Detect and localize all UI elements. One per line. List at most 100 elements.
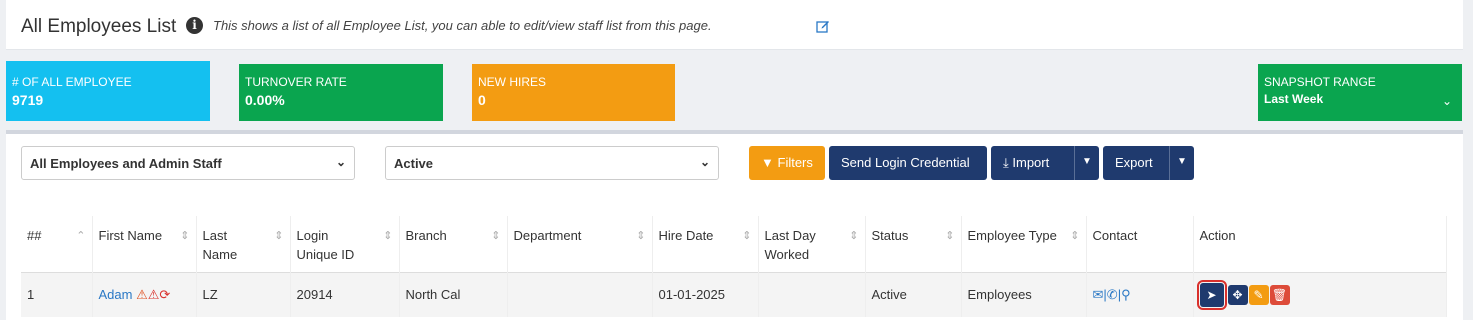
sort-icon: ⇕ (383, 230, 393, 242)
header-label: Action (1199, 228, 1236, 243)
column-header-action: Action (1193, 216, 1447, 273)
edit-icon[interactable] (816, 19, 830, 33)
phone-icon[interactable]: ✆ (1107, 287, 1118, 302)
sort-icon: ⌃ (76, 230, 86, 242)
cell-employee-type: Employees (961, 272, 1087, 317)
header-label: First Name (98, 228, 163, 243)
pencil-icon[interactable]: ✎ (1248, 284, 1269, 305)
divider (1074, 146, 1075, 180)
column-header-last-day[interactable]: Last Day Worked ⇕ (758, 216, 866, 273)
header-label: Last Day (764, 228, 816, 243)
stat-label: NEW HIRES (478, 75, 547, 89)
column-header-status[interactable]: Status ⇕ (865, 216, 962, 273)
import-button[interactable]: ⤓ Import ▼ (991, 146, 1099, 180)
stat-label: # OF ALL EMPLOYEE (12, 75, 132, 89)
filters-button[interactable]: ▼ Filters (749, 146, 825, 180)
move-icon[interactable]: ✥ (1227, 284, 1248, 305)
staff-type-select[interactable]: All Employees and Admin Staff ⌄ (21, 146, 355, 180)
column-header-login-id[interactable]: Login Unique ID ⇕ (290, 216, 400, 273)
employees-table: ## ⌃ First Name ⇕ Last Name ⇕ Login Unique ID… (21, 216, 1447, 317)
header-label: Name (202, 247, 238, 262)
stat-card-all-employee: # OF ALL EMPLOYEE 9719 (6, 61, 210, 121)
status-value: Active (394, 156, 434, 171)
column-header-contact: Contact (1086, 216, 1194, 273)
export-button[interactable]: Export ▼ (1103, 146, 1194, 180)
export-label: Export (1115, 155, 1153, 170)
page-header: All Employees List i This shows a list o… (6, 0, 1463, 50)
alert-icon: ⚠ (147, 286, 160, 302)
header-label: Hire Date (658, 228, 714, 243)
header-label: Login (296, 228, 329, 243)
sort-icon: ⇕ (180, 230, 190, 242)
cell-last-name: LZ (196, 272, 291, 317)
page-title: All Employees List (21, 16, 177, 37)
column-header-num[interactable]: ## ⌃ (21, 216, 93, 273)
trash-icon[interactable]: 🗑 (1269, 284, 1290, 305)
column-header-hire-date[interactable]: Hire Date ⇕ (652, 216, 759, 273)
table-row: 1 Adam ⚠⚠⟳ LZ 20914 North Cal 01-01-2025… (21, 272, 1447, 317)
cell-last-day (758, 272, 866, 317)
filter-icon: ▼ (761, 155, 774, 170)
location-pin-icon[interactable]: ⚲ (1121, 287, 1131, 302)
header-label: Worked (764, 247, 810, 262)
column-header-last-name[interactable]: Last Name ⇕ (196, 216, 291, 273)
chevron-down-icon: ⌄ (1441, 94, 1452, 108)
cell-contact: ✉|✆|⚲ (1086, 272, 1194, 317)
warning-icon: ⚠ (136, 286, 148, 302)
employee-name-link[interactable]: Adam (99, 287, 133, 302)
import-label: Import (1012, 155, 1050, 170)
stat-label: TURNOVER RATE (245, 75, 347, 89)
header-label: Branch (405, 228, 447, 243)
header-label: Department (513, 228, 582, 243)
sort-icon: ⇕ (945, 230, 955, 242)
column-header-employee-type[interactable]: Employee Type ⇕ (961, 216, 1087, 273)
header-label: ## (27, 228, 42, 243)
email-icon[interactable]: ✉ (1093, 287, 1104, 302)
caret-down-icon[interactable]: ▼ (1177, 156, 1187, 167)
sort-icon: ⇕ (636, 230, 646, 242)
table-header-row: ## ⌃ First Name ⇕ Last Name ⇕ Login Unique ID… (21, 216, 1447, 273)
send-label: Send Login Credential (841, 155, 970, 170)
caret-down-icon[interactable]: ▼ (1082, 156, 1092, 167)
cell-hire-date: 01-01-2025 (652, 272, 759, 317)
divider (1169, 146, 1170, 180)
snapshot-value: Last Week (1264, 92, 1324, 106)
header-label: Last (202, 228, 228, 243)
sort-icon: ⇕ (849, 230, 859, 242)
stat-card-new-hires: NEW HIRES 0 (472, 64, 675, 121)
cell-first-name: Adam ⚠⚠⟳ (92, 272, 197, 317)
stat-label: SNAPSHOT RANGE (1264, 75, 1376, 89)
snapshot-range-select[interactable]: SNAPSHOT RANGE Last Week ⌄ (1258, 64, 1462, 121)
sort-icon: ⇕ (1070, 230, 1080, 242)
info-icon[interactable]: i (186, 17, 203, 34)
send-login-credential-button[interactable]: Send Login Credential (829, 146, 987, 180)
cell-status: Active (865, 272, 962, 317)
refresh-icon[interactable]: ⟳ (159, 287, 170, 302)
cell-login-id: 20914 (290, 272, 400, 317)
column-header-branch[interactable]: Branch ⇕ (399, 216, 508, 273)
stat-card-turnover: TURNOVER RATE 0.00% (239, 64, 443, 121)
header-label: Status (871, 228, 909, 243)
column-header-first-name[interactable]: First Name ⇕ (92, 216, 197, 273)
column-header-department[interactable]: Department ⇕ (507, 216, 653, 273)
page-description: This shows a list of all Employee List, … (213, 18, 712, 33)
chevron-down-icon: ⌄ (699, 155, 710, 169)
stat-value: 0 (478, 92, 486, 108)
sort-icon: ⇕ (274, 230, 284, 242)
staff-type-value: All Employees and Admin Staff (30, 156, 222, 171)
cell-branch: North Cal (399, 272, 508, 317)
header-label: Employee Type (967, 228, 1057, 243)
status-select[interactable]: Active ⌄ (385, 146, 719, 180)
cell-department (507, 272, 653, 317)
sort-icon: ⇕ (742, 230, 752, 242)
sort-icon: ⇕ (491, 230, 501, 242)
send-icon[interactable]: ➤ (1196, 279, 1227, 310)
chevron-down-icon: ⌄ (335, 155, 346, 169)
header-label: Contact (1092, 228, 1138, 243)
stat-value: 0.00% (245, 92, 285, 108)
stat-value: 9719 (12, 92, 44, 108)
cell-num: 1 (21, 272, 93, 317)
header-label: Unique ID (296, 247, 355, 262)
download-icon: ⤓ (1003, 155, 1009, 170)
cell-action: ➤ ✥ ✎ 🗑 (1193, 272, 1447, 317)
